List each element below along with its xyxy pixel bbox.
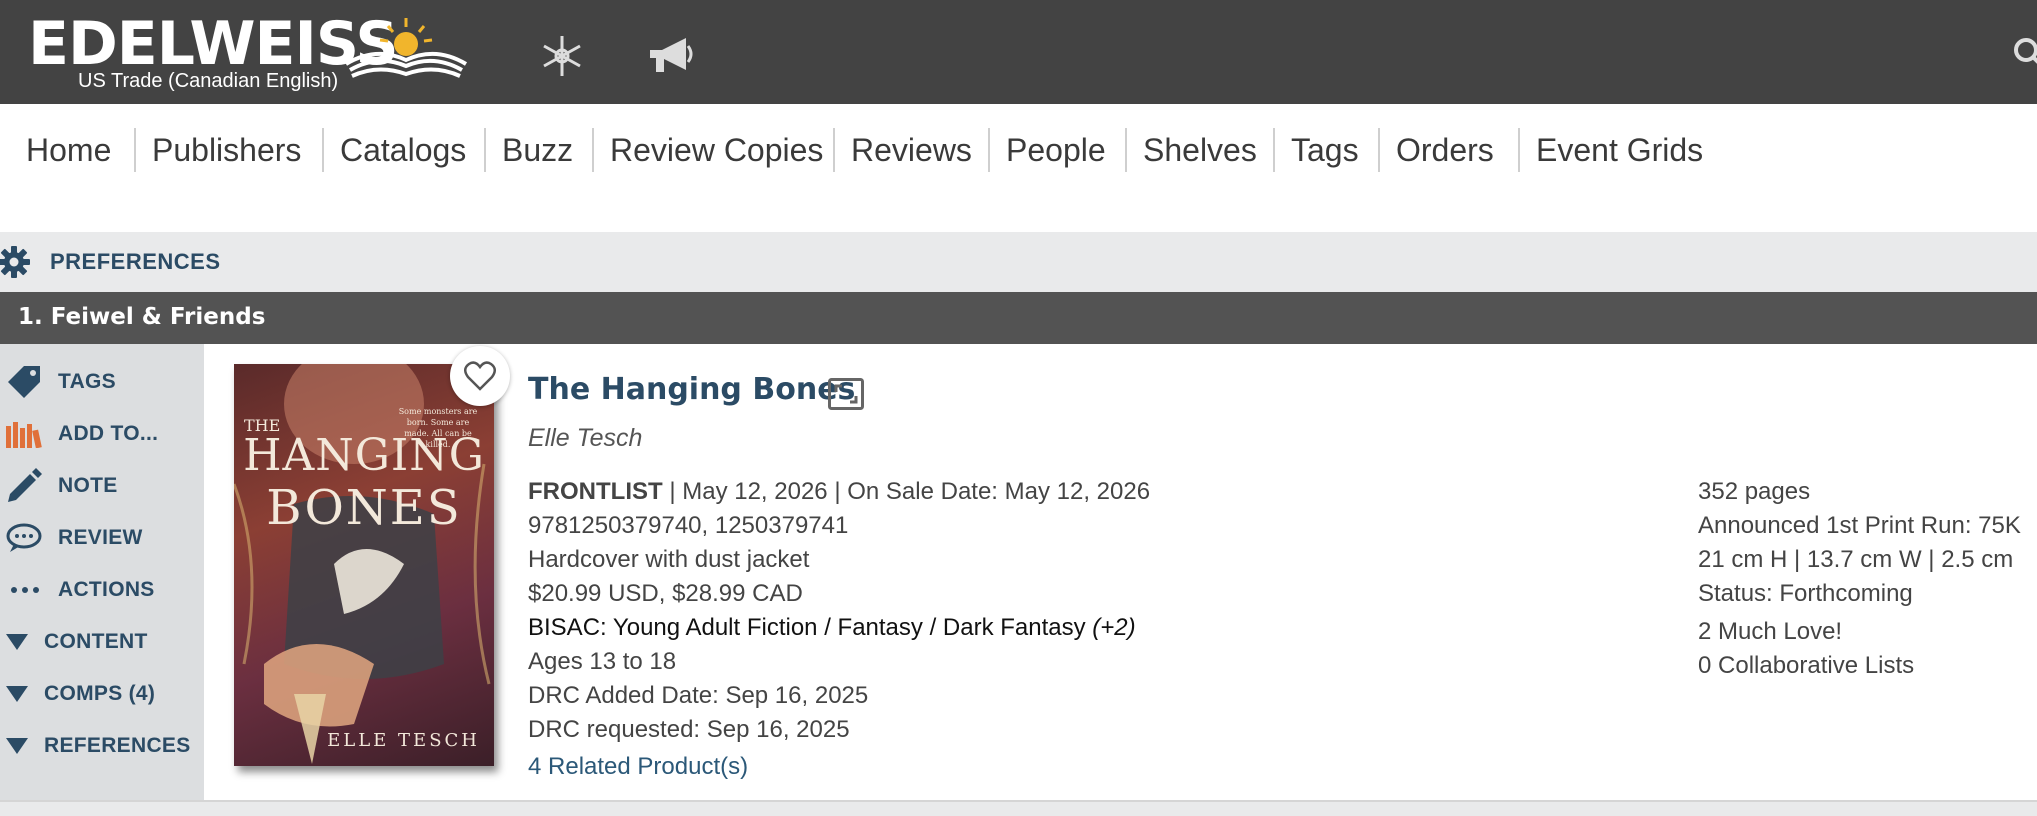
top-header: EDELWEISS US Trade (Canadian English) (0, 0, 2037, 104)
nav-separator (1125, 128, 1127, 172)
triangle-down-icon (6, 634, 28, 650)
title-actions-sidebar: TAGS ADD TO... NOTE REVIEW ACTIONS CONTE… (0, 344, 204, 800)
sidebar-label-tags: TAGS (58, 370, 116, 393)
drc-requested-date: DRC requested: Sep 16, 2025 (528, 716, 850, 743)
price: $20.99 USD, $28.99 CAD (528, 580, 803, 607)
cover-tagline: Some monsters are born. Some are made. A… (398, 407, 478, 449)
books-icon (6, 422, 42, 448)
pub-info-line: FRONTLIST | May 12, 2026 | On Sale Date:… (528, 478, 1150, 506)
book-cover-image[interactable]: THE HANGING BONES Some monsters are born… (234, 364, 494, 766)
nav-tags[interactable]: Tags (1291, 126, 1359, 174)
search-icon[interactable] (2012, 36, 2037, 68)
nav-review-copies[interactable]: Review Copies (610, 126, 823, 174)
nav-buzz[interactable]: Buzz (502, 126, 573, 174)
sidebar-item-content[interactable]: CONTENT (0, 622, 204, 662)
expand-icon[interactable] (828, 378, 864, 410)
nav-separator (1273, 128, 1275, 172)
nav-publishers[interactable]: Publishers (152, 126, 301, 174)
open-book-sun-icon (344, 18, 468, 78)
heart-icon (464, 361, 496, 391)
gear-icon (0, 246, 30, 278)
section-title: 1. Feiwel & Friends (18, 304, 266, 330)
nav-separator (484, 128, 486, 172)
ages: Ages 13 to 18 (528, 648, 677, 675)
sidebar-label-review: REVIEW (58, 526, 143, 549)
pub-dates: | May 12, 2026 | On Sale Date: May 12, 2… (662, 478, 1151, 505)
sidebar-label-note: NOTE (58, 474, 118, 497)
nav-separator (134, 128, 136, 172)
nav-catalogs[interactable]: Catalogs (340, 126, 466, 174)
nav-separator (1378, 128, 1380, 172)
dimensions: 21 cm H | 13.7 cm W | 2.5 cm (1698, 546, 2014, 573)
sidebar-item-actions[interactable]: ACTIONS (0, 570, 204, 610)
favorite-button[interactable] (450, 346, 510, 406)
list-label: FRONTLIST (528, 478, 663, 505)
megaphone-icon[interactable] (646, 36, 694, 76)
collaborative-lists-link[interactable]: 0 Collaborative Lists (1698, 652, 1914, 680)
preferences-bar[interactable]: PREFERENCES (0, 232, 2037, 292)
cover-author: ELLE TESCH (327, 730, 480, 751)
nav-people[interactable]: People (1006, 126, 1106, 174)
sidebar-label-comps: COMPS (4) (44, 682, 156, 705)
sidebar-item-note[interactable]: NOTE (0, 466, 204, 506)
isbns: 9781250379740, 1250379741 (528, 512, 849, 539)
sidebar-item-references[interactable]: REFERENCES (0, 726, 204, 766)
snowflake-icon[interactable] (540, 34, 584, 78)
main-nav: Home Publishers Catalogs Buzz Review Cop… (0, 106, 2037, 194)
nav-separator (592, 128, 594, 172)
triangle-down-icon (6, 738, 28, 754)
nav-separator (833, 128, 835, 172)
bisac-more-link[interactable]: (+2) (1092, 614, 1135, 641)
pencil-icon (8, 468, 42, 502)
format: Hardcover with dust jacket (528, 546, 810, 573)
sidebar-label-actions: ACTIONS (58, 578, 155, 601)
much-love-link[interactable]: 2 Much Love! (1698, 618, 1842, 646)
print-run: Announced 1st Print Run: 75K (1698, 512, 2021, 539)
nav-separator (988, 128, 990, 172)
sidebar-item-comps[interactable]: COMPS (4) (0, 674, 204, 714)
book-author[interactable]: Elle Tesch (528, 424, 642, 453)
sidebar-item-review[interactable]: REVIEW (0, 518, 204, 558)
bisac: BISAC: Young Adult Fiction / Fantasy / D… (528, 614, 1093, 641)
publisher-section-header: 1. Feiwel & Friends (0, 292, 2037, 344)
sidebar-label-content: CONTENT (44, 630, 148, 653)
status: Status: Forthcoming (1698, 580, 1913, 607)
nav-separator (322, 128, 324, 172)
nav-orders[interactable]: Orders (1396, 126, 1494, 174)
logo-subtitle: US Trade (Canadian English) (78, 70, 339, 92)
sidebar-label-add-to: ADD TO... (58, 422, 159, 445)
nav-shelves[interactable]: Shelves (1143, 126, 1257, 174)
preferences-label[interactable]: PREFERENCES (50, 249, 221, 275)
triangle-down-icon (6, 686, 28, 702)
related-products-link[interactable]: 4 Related Product(s) (528, 753, 748, 781)
page-count: 352 pages (1698, 478, 1811, 505)
speech-bubble-icon (6, 523, 42, 552)
cover-title-bones: BONES (266, 480, 462, 536)
sidebar-label-references: REFERENCES (44, 734, 191, 757)
ellipsis-icon (11, 587, 39, 593)
book-title[interactable]: The Hanging Bones (528, 372, 855, 407)
bisac-line: BISAC: Young Adult Fiction / Fantasy / D… (528, 614, 1136, 642)
drc-added-date: DRC Added Date: Sep 16, 2025 (528, 682, 869, 709)
nav-home[interactable]: Home (26, 126, 111, 174)
sidebar-item-add-to[interactable]: ADD TO... (0, 414, 204, 454)
tag-icon (8, 366, 40, 398)
nav-event-grids[interactable]: Event Grids (1536, 126, 1703, 174)
nav-separator (1518, 128, 1520, 172)
sidebar-item-tags[interactable]: TAGS (0, 362, 204, 402)
nav-reviews[interactable]: Reviews (851, 126, 972, 174)
